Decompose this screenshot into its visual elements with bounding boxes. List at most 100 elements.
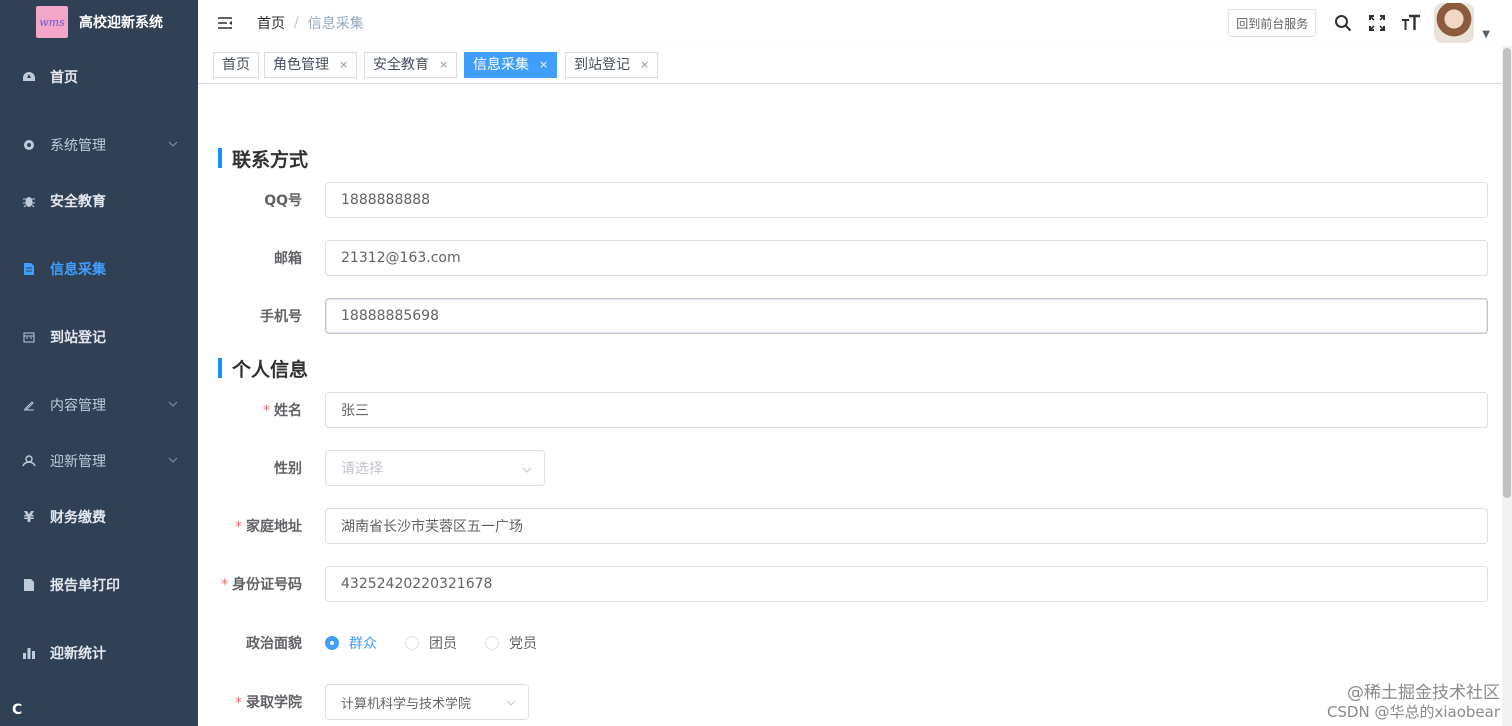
id-number-input[interactable]: 43252420220321678 xyxy=(325,566,1488,602)
bug-icon xyxy=(20,192,38,210)
political-label: 政治面貌 xyxy=(246,636,302,652)
sidebar-item-safety[interactable]: 安全教育 xyxy=(0,173,198,229)
yen-icon: ¥ xyxy=(23,508,35,526)
breadcrumb: 首页 / 信息采集 xyxy=(257,13,364,33)
email-label: 邮箱 xyxy=(274,251,302,267)
college-select[interactable]: 计算机科学与技术学院 xyxy=(325,684,529,720)
gender-label: 性别 xyxy=(274,461,302,477)
sidebar-item-label: 迎新统计 xyxy=(50,646,106,662)
radio-league-member[interactable]: 团员 xyxy=(405,633,457,653)
sidebar-item-statistics[interactable]: 迎新统计 xyxy=(0,625,198,681)
tag-label: 角色管理 xyxy=(273,57,329,73)
radio-dot xyxy=(325,636,339,650)
select-value: 计算机科学与技术学院 xyxy=(341,696,472,712)
scrollbar-thumb[interactable] xyxy=(1503,48,1511,498)
college-label: * 录取学院 xyxy=(235,695,302,711)
id-number-label: * 身份证号码 xyxy=(221,577,302,593)
gender-select[interactable]: 请选择 xyxy=(325,450,545,486)
watermark-line2: CSDN @华总的xiaobear xyxy=(1326,703,1500,721)
radio-masses[interactable]: 群众 xyxy=(325,633,377,653)
app-root: wms 高校迎新系统 首页 系统管理 安全教育 信息采集 到站登记 内容管理 迎… xyxy=(0,0,1512,726)
logo[interactable]: wms 高校迎新系统 xyxy=(0,0,198,44)
radio-label: 党员 xyxy=(509,636,537,652)
phone-label: 手机号 xyxy=(260,309,302,325)
tag-label: 到站登记 xyxy=(574,57,630,73)
input-value: 21312@163.com xyxy=(341,250,461,266)
section-contact: 联系方式 xyxy=(218,148,308,171)
fullscreen-icon[interactable] xyxy=(1360,0,1394,46)
chevron-down-icon xyxy=(168,399,178,410)
back-to-frontend-button[interactable]: 回到前台服务 xyxy=(1228,9,1317,37)
sidebar-item-finance[interactable]: ¥ 财务缴费 xyxy=(0,489,198,545)
email-input[interactable]: 21312@163.com xyxy=(325,240,1488,276)
tag-info-collection[interactable]: 信息采集 × xyxy=(464,52,558,78)
required-mark: * xyxy=(263,403,270,419)
sidebar-item-label: 首页 xyxy=(50,70,78,86)
chevron-down-icon xyxy=(168,455,178,466)
collapse-icon[interactable]: C xyxy=(12,702,30,720)
address-input[interactable]: 湖南省长沙市芙蓉区五一广场 xyxy=(325,508,1488,544)
required-mark: * xyxy=(235,519,242,535)
caret-down-icon: ▼ xyxy=(1482,28,1490,40)
name-label: * 姓名 xyxy=(263,403,302,419)
sidebar-item-content[interactable]: 内容管理 xyxy=(0,377,198,433)
close-icon[interactable]: × xyxy=(439,53,448,77)
app-title: 高校迎新系统 xyxy=(79,15,163,31)
close-icon[interactable]: × xyxy=(339,53,348,77)
tag-label: 信息采集 xyxy=(473,57,529,73)
phone-input[interactable]: 18888885698 xyxy=(325,298,1488,334)
tag-home[interactable]: 首页 xyxy=(213,52,259,78)
breadcrumb-current: 信息采集 xyxy=(307,16,364,32)
tag-label: 安全教育 xyxy=(373,57,429,73)
section-marker xyxy=(218,358,222,378)
section-title-text: 个人信息 xyxy=(232,358,309,381)
sidebar-item-report-print[interactable]: 报告单打印 xyxy=(0,557,198,613)
font-size-icon[interactable] xyxy=(1394,0,1428,46)
form-row-name: * 姓名 张三 xyxy=(198,392,1488,428)
radio-label: 群众 xyxy=(349,636,377,652)
sidebar-item-label: 内容管理 xyxy=(50,398,106,414)
sidebar-item-arrival[interactable]: 到站登记 xyxy=(0,309,198,365)
sidebar-item-home[interactable]: 首页 xyxy=(0,49,198,105)
name-input[interactable]: 张三 xyxy=(325,392,1488,428)
form-row-id-number: * 身份证号码 43252420220321678 xyxy=(198,566,1488,602)
breadcrumb-home[interactable]: 首页 xyxy=(257,13,285,33)
tags-view: 首页 角色管理 × 安全教育 × 信息采集 × 到站登记 × xyxy=(198,46,1512,84)
dashboard-icon xyxy=(20,68,38,86)
sidebar-item-label: 迎新管理 xyxy=(50,454,106,470)
sidebar-item-label: 安全教育 xyxy=(50,194,106,210)
tag-safety-education[interactable]: 安全教育 × xyxy=(364,52,458,78)
hamburger-menu-icon[interactable] xyxy=(215,13,235,33)
form-row-address: * 家庭地址 湖南省长沙市芙蓉区五一广场 xyxy=(198,508,1488,544)
qq-input[interactable]: 1888888888 xyxy=(325,182,1488,218)
select-placeholder: 请选择 xyxy=(341,461,383,477)
people-icon xyxy=(20,452,38,470)
bar-chart-icon xyxy=(20,644,38,662)
main-content: 联系方式 QQ号 1888888888 邮箱 21312@163.com 手机号… xyxy=(198,84,1502,726)
input-value: 18888885698 xyxy=(341,308,439,324)
tag-arrival-registration[interactable]: 到站登记 × xyxy=(565,52,659,78)
chevron-down-icon xyxy=(506,697,516,707)
close-icon[interactable]: × xyxy=(640,53,649,77)
edit-icon xyxy=(20,396,38,414)
sidebar: wms 高校迎新系统 首页 系统管理 安全教育 信息采集 到站登记 内容管理 迎… xyxy=(0,0,198,726)
sidebar-item-welcome[interactable]: 迎新管理 xyxy=(0,433,198,489)
input-value: 1888888888 xyxy=(341,192,431,208)
page-scrollbar[interactable] xyxy=(1502,46,1512,726)
form-row-gender: 性别 请选择 xyxy=(198,450,1488,486)
sidebar-item-system[interactable]: 系统管理 xyxy=(0,117,198,173)
input-value: 43252420220321678 xyxy=(341,576,493,592)
user-avatar-dropdown[interactable]: ▼ xyxy=(1434,3,1490,43)
sidebar-item-info-collection[interactable]: 信息采集 xyxy=(0,241,198,297)
navbar: 首页 / 信息采集 回到前台服务 ▼ xyxy=(198,0,1512,46)
tag-role-management[interactable]: 角色管理 × xyxy=(264,52,358,78)
radio-party-member[interactable]: 党员 xyxy=(485,633,537,653)
breadcrumb-separator: / xyxy=(294,15,299,31)
section-personal: 个人信息 xyxy=(218,358,308,381)
input-value: 湖南省长沙市芙蓉区五一广场 xyxy=(341,519,523,535)
section-marker xyxy=(218,148,222,168)
search-icon[interactable] xyxy=(1326,0,1360,46)
form-row-college: * 录取学院 计算机科学与技术学院 xyxy=(198,684,1488,720)
watermark: @稀土掘金技术社区 CSDN @华总的xiaobear xyxy=(1327,684,1500,722)
close-icon[interactable]: × xyxy=(539,53,548,77)
